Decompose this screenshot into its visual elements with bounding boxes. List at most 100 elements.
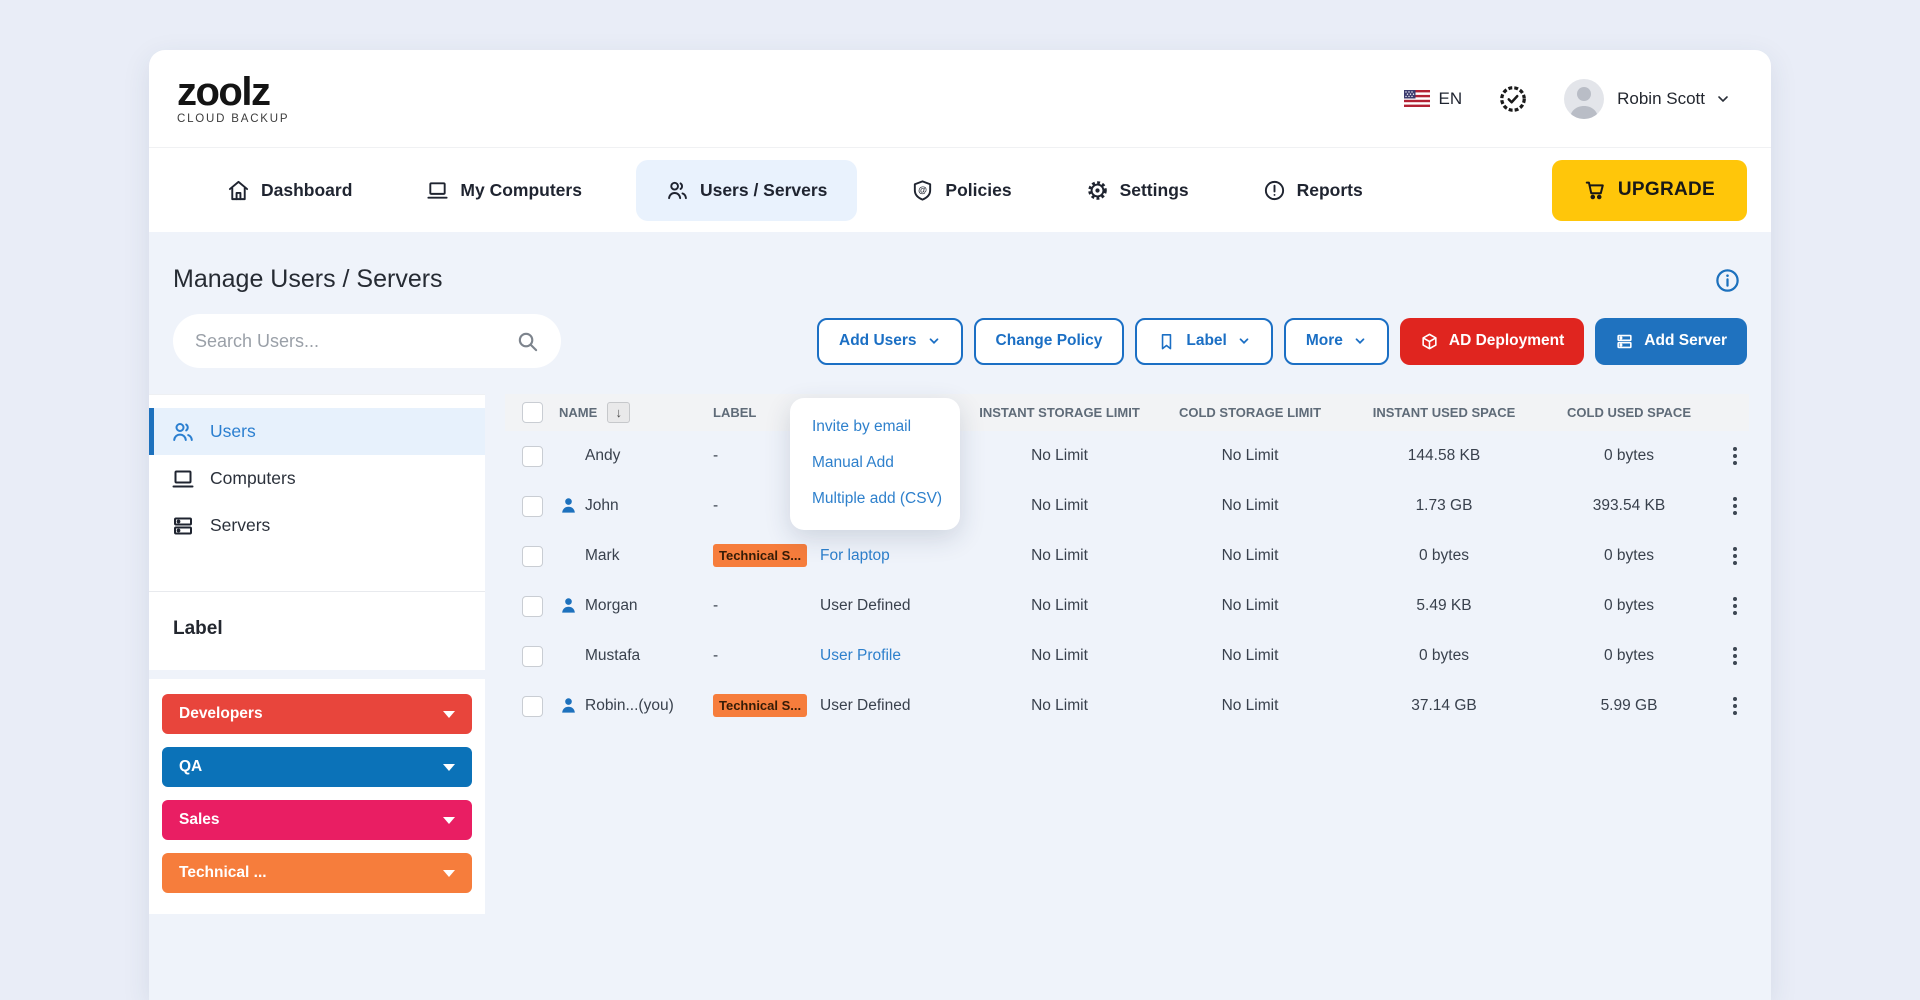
tab-dashboard[interactable]: Dashboard [207,162,372,219]
ad-deployment-button[interactable]: AD Deployment [1400,318,1584,365]
menu-item-invite-by-email[interactable]: Invite by email [790,409,960,445]
cold-used-space: 0 bytes [1540,447,1718,465]
instant-storage-limit: No Limit [967,597,1152,615]
upgrade-button[interactable]: UPGRADE [1552,160,1747,221]
tab-my-computers[interactable]: My Computers [406,162,602,219]
table-row: Robin...(you) Technical S... User Define… [505,681,1749,731]
cold-used-space: 393.54 KB [1540,497,1718,515]
sidebar-item-computers[interactable]: Computers [149,455,485,502]
label-list: Developers QA Sales Technical ... [149,679,485,914]
shield-icon: @ [911,179,934,202]
header-right: EN Robin Scott [1404,79,1731,119]
add-users-button[interactable]: Add Users [817,318,963,365]
column-header-instant-limit: INSTANT STORAGE LIMIT [967,405,1152,420]
label-qa[interactable]: QA [162,747,472,787]
sidebar-item-label: Computers [210,468,296,489]
ad-deployment-label: AD Deployment [1449,332,1564,350]
instant-storage-limit: No Limit [967,697,1152,715]
label-sales[interactable]: Sales [162,800,472,840]
tab-reports[interactable]: Reports [1243,162,1383,219]
zoolz-logo[interactable]: zoolz CLOUD BACKUP [177,72,289,126]
toolbar-actions: Add Users Change Policy Label More [817,318,1747,365]
cold-storage-limit: No Limit [1152,547,1348,565]
us-flag-icon [1404,90,1430,107]
sidebar-item-label: Servers [210,515,270,536]
row-checkbox[interactable] [522,496,543,517]
certificate-icon[interactable] [1498,84,1528,114]
add-server-button[interactable]: Add Server [1595,318,1747,365]
change-policy-button[interactable]: Change Policy [974,318,1125,365]
info-icon[interactable] [1714,267,1741,294]
row-menu-button[interactable] [1729,543,1741,569]
tab-users-servers[interactable]: Users / Servers [636,160,857,221]
instant-storage-limit: No Limit [967,497,1152,515]
row-checkbox[interactable] [522,446,543,467]
gear-icon [1086,179,1109,202]
row-menu-button[interactable] [1729,643,1741,669]
instant-storage-limit: No Limit [967,547,1152,565]
search-box [173,314,561,368]
account-menu[interactable]: Robin Scott [1564,79,1731,119]
instant-used-space: 144.58 KB [1348,447,1540,465]
app-card: zoolz CLOUD BACKUP [149,50,1771,1000]
menu-item-manual-add[interactable]: Manual Add [790,445,960,481]
label-button[interactable]: Label [1135,318,1272,365]
label-name: Sales [179,811,220,829]
alert-circle-icon [1263,179,1286,202]
menu-item-multiple-add-csv[interactable]: Multiple add (CSV) [790,481,960,517]
svg-text:@: @ [918,185,927,195]
column-header-cold-limit: COLD STORAGE LIMIT [1152,405,1348,420]
add-server-label: Add Server [1644,332,1727,350]
label-name: Technical ... [179,864,267,882]
language-selector[interactable]: EN [1404,89,1462,109]
logo-text: zoolz [177,72,289,112]
row-checkbox[interactable] [522,546,543,567]
user-policy: User Defined [812,597,967,615]
user-name: Robin Scott [1617,89,1705,109]
top-header: zoolz CLOUD BACKUP [149,50,1771,148]
label-label: Label [1186,332,1226,350]
person-icon [559,596,578,615]
add-users-label: Add Users [839,332,917,350]
language-code: EN [1438,89,1462,109]
tab-label: Dashboard [261,180,352,201]
cold-storage-limit: No Limit [1152,697,1348,715]
select-all-checkbox[interactable] [522,402,543,423]
row-menu-button[interactable] [1729,443,1741,469]
row-checkbox[interactable] [522,646,543,667]
user-policy: User Defined [812,697,967,715]
label-technical[interactable]: Technical ... [162,853,472,893]
chevron-down-icon [927,334,941,348]
cold-storage-limit: No Limit [1152,497,1348,515]
name-sort-button[interactable]: ↓ [607,402,630,423]
row-checkbox[interactable] [522,696,543,717]
row-menu-button[interactable] [1729,593,1741,619]
laptop-icon [426,179,449,202]
chevron-down-icon [1353,334,1367,348]
label-developers[interactable]: Developers [162,694,472,734]
cold-storage-limit: No Limit [1152,647,1348,665]
search-input[interactable] [195,331,516,352]
sidebar-item-servers[interactable]: Servers [149,502,485,549]
tab-settings[interactable]: Settings [1066,162,1209,219]
row-checkbox[interactable] [522,596,543,617]
cart-icon [1584,179,1606,201]
row-menu-button[interactable] [1729,493,1741,519]
more-button[interactable]: More [1284,318,1389,365]
row-menu-button[interactable] [1729,693,1741,719]
main-nav: Dashboard My Computers Users / Servers @… [149,148,1771,232]
user-policy[interactable]: For laptop [812,547,967,565]
sidebar: Users Computers Servers Label [149,394,485,914]
label-badge: Technical S... [713,544,807,567]
user-label: - [704,647,812,665]
user-name: John [585,497,619,515]
sidebar-item-users[interactable]: Users [149,408,485,455]
instant-storage-limit: No Limit [967,447,1152,465]
tab-policies[interactable]: @ Policies [891,162,1031,219]
instant-used-space: 1.73 GB [1348,497,1540,515]
user-policy[interactable]: User Profile [812,647,967,665]
change-policy-label: Change Policy [996,332,1103,350]
chevron-down-icon [443,870,455,877]
tab-label: Reports [1297,180,1363,201]
search-icon[interactable] [516,330,539,353]
